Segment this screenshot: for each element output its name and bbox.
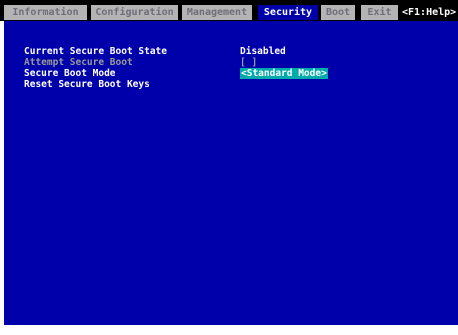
tab-exit[interactable]: Exit [361,5,398,20]
current-secure-boot-state-label: Current Secure Boot State [24,46,167,57]
reset-secure-boot-keys-item[interactable]: Reset Secure Boot Keys [24,79,150,90]
secure-boot-mode-select[interactable]: <Standard Mode> [240,68,328,79]
attempt-secure-boot-label: Attempt Secure Boot [24,57,133,68]
secure-boot-mode-label: Secure Boot Mode [24,68,116,79]
tab-boot[interactable]: Boot [321,5,355,20]
tab-security[interactable]: Security [258,5,318,20]
bottom-strip [0,325,458,335]
attempt-secure-boot-checkbox[interactable]: [ ] [240,57,257,68]
tab-configuration[interactable]: Configuration [91,5,178,20]
menu-bar: Information Configuration Management Sec… [0,0,458,21]
tab-management[interactable]: Management [182,5,252,20]
bios-screen: Information Configuration Management Sec… [0,0,458,335]
security-panel: Current Secure Boot State Disabled Attem… [4,21,458,325]
tab-information[interactable]: Information [4,5,87,20]
current-secure-boot-state-value: Disabled [240,46,286,57]
help-hint: <F1:Help> [402,5,458,20]
